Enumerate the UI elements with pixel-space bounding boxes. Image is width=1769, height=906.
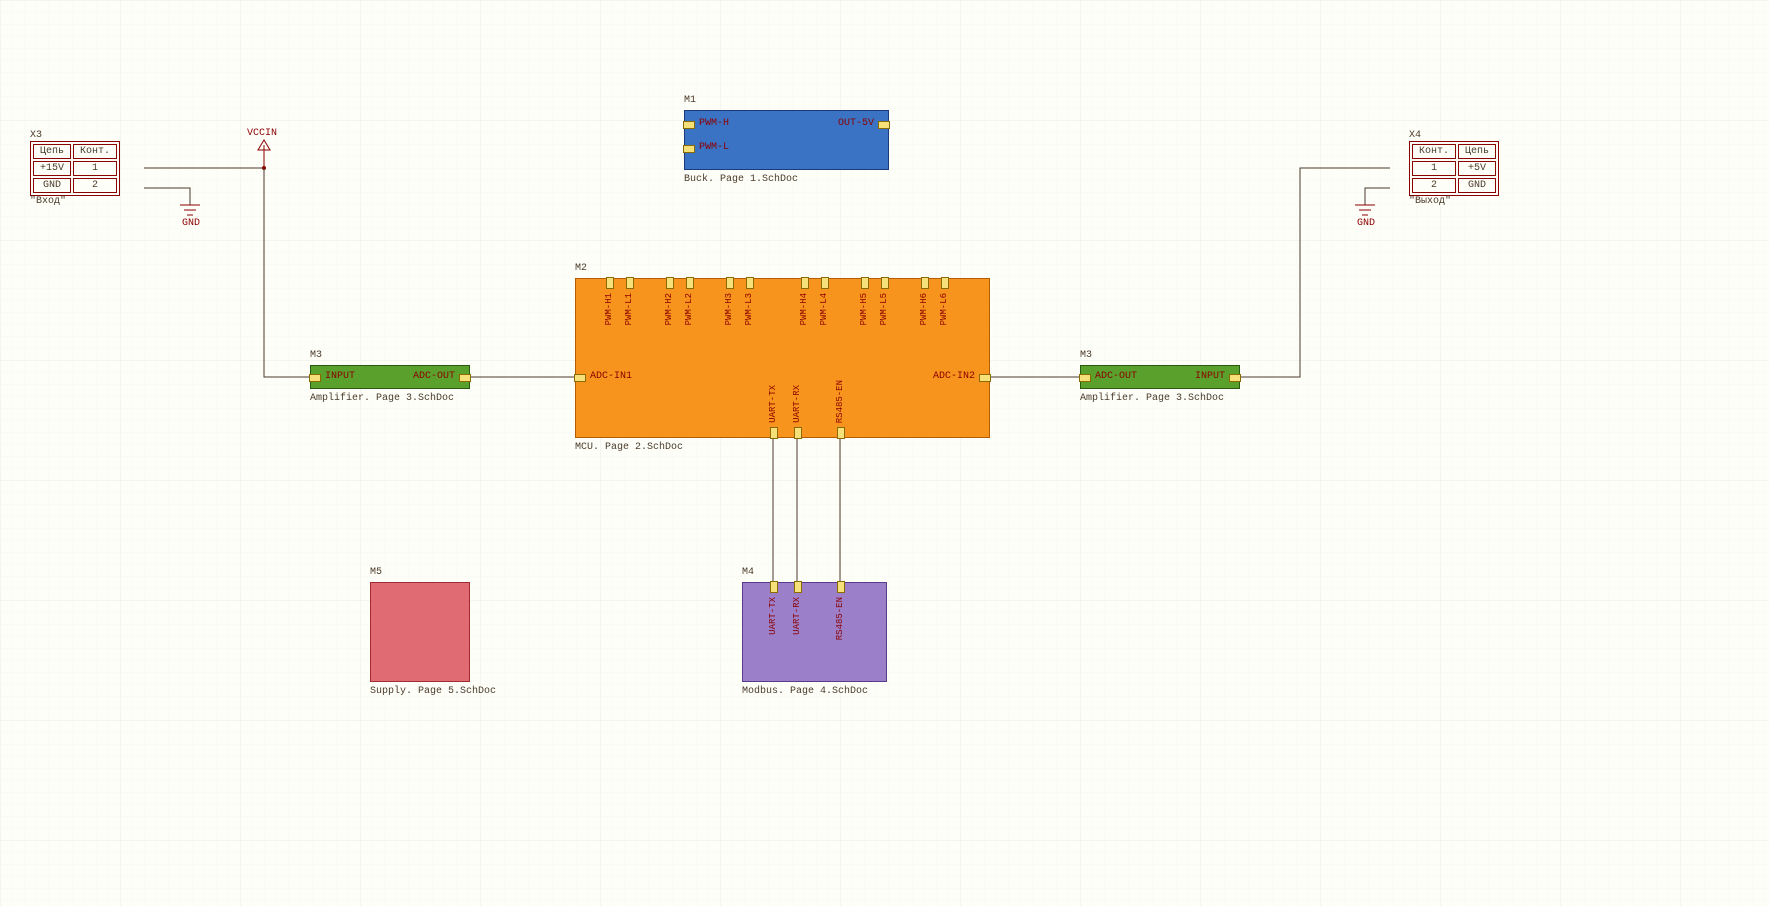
sheet-m3-amp-left[interactable]: INPUT ADC-OUT <box>310 365 470 389</box>
port-adc-out[interactable] <box>1079 374 1091 382</box>
port-input[interactable] <box>1229 374 1241 382</box>
connector-x4: X4 Конт. Цепь 1+5V 2GND "Выход" <box>1409 130 1499 207</box>
m4-caption: Modbus. Page 4.SchDoc <box>742 686 868 697</box>
m5-designator: M5 <box>370 567 382 578</box>
m4-designator: M4 <box>742 567 754 578</box>
m1-caption: Buck. Page 1.SchDoc <box>684 174 798 185</box>
port-pwm-l4[interactable] <box>821 277 829 289</box>
schematic-canvas[interactable]: X3 Цепь Конт. +15V1 GND2 "Вход" VCCIN GN… <box>0 0 1769 906</box>
sheet-m5-supply[interactable] <box>370 582 470 682</box>
port-uart-rx[interactable] <box>794 427 802 439</box>
sheet-m2-mcu[interactable]: PWM-H1 PWM-L1 PWM-H2 PWM-L2 PWM-H3 PWM-L… <box>575 278 990 438</box>
port-pwm-l[interactable] <box>683 145 695 153</box>
connector-table: Цепь Конт. +15V1 GND2 <box>30 141 120 196</box>
m3b-caption: Amplifier. Page 3.SchDoc <box>1080 393 1224 404</box>
port-pwm-l5[interactable] <box>881 277 889 289</box>
m2-designator: M2 <box>575 263 587 274</box>
port-pwm-h[interactable] <box>683 121 695 129</box>
connector-x3: X3 Цепь Конт. +15V1 GND2 "Вход" <box>30 130 120 207</box>
port-out-5v[interactable] <box>878 121 890 129</box>
port-uart-tx[interactable] <box>770 581 778 593</box>
port-pwm-h1[interactable] <box>606 277 614 289</box>
col-chain: Цепь <box>33 144 71 159</box>
connector-footer: "Выход" <box>1409 196 1499 207</box>
power-gnd-label-left: GND <box>182 218 200 229</box>
m1-designator: M1 <box>684 95 696 106</box>
power-gnd-label-right: GND <box>1357 218 1375 229</box>
port-pwm-l3[interactable] <box>746 277 754 289</box>
m3a-caption: Amplifier. Page 3.SchDoc <box>310 393 454 404</box>
col-chain: Цепь <box>1458 144 1496 159</box>
sheet-m1-buck[interactable]: PWM-H PWM-L OUT-5V <box>684 110 889 170</box>
port-uart-tx[interactable] <box>770 427 778 439</box>
designator: X4 <box>1409 130 1499 141</box>
port-pwm-l2[interactable] <box>686 277 694 289</box>
port-uart-rx[interactable] <box>794 581 802 593</box>
m2-caption: MCU. Page 2.SchDoc <box>575 442 683 453</box>
port-pwm-h4[interactable] <box>801 277 809 289</box>
port-adc-out[interactable] <box>459 374 471 382</box>
m3b-designator: M3 <box>1080 350 1092 361</box>
port-adc-in2[interactable] <box>979 374 991 382</box>
port-pwm-h3[interactable] <box>726 277 734 289</box>
port-pwm-l6[interactable] <box>941 277 949 289</box>
port-pwm-l1[interactable] <box>626 277 634 289</box>
connector-table: Конт. Цепь 1+5V 2GND <box>1409 141 1499 196</box>
port-pwm-h6[interactable] <box>921 277 929 289</box>
col-cont: Конт. <box>1412 144 1456 159</box>
sheet-m3-amp-right[interactable]: ADC-OUT INPUT <box>1080 365 1240 389</box>
port-rs485-en[interactable] <box>837 427 845 439</box>
connector-footer: "Вход" <box>30 196 120 207</box>
power-vccin-label: VCCIN <box>247 128 277 139</box>
col-cont: Конт. <box>73 144 117 159</box>
sheet-m4-modbus[interactable]: UART-TX UART-RX RS485-EN <box>742 582 887 682</box>
designator: X3 <box>30 130 120 141</box>
m3a-designator: M3 <box>310 350 322 361</box>
port-adc-in1[interactable] <box>574 374 586 382</box>
port-rs485-en[interactable] <box>837 581 845 593</box>
port-pwm-h5[interactable] <box>861 277 869 289</box>
port-input[interactable] <box>309 374 321 382</box>
m5-caption: Supply. Page 5.SchDoc <box>370 686 496 697</box>
port-pwm-h2[interactable] <box>666 277 674 289</box>
